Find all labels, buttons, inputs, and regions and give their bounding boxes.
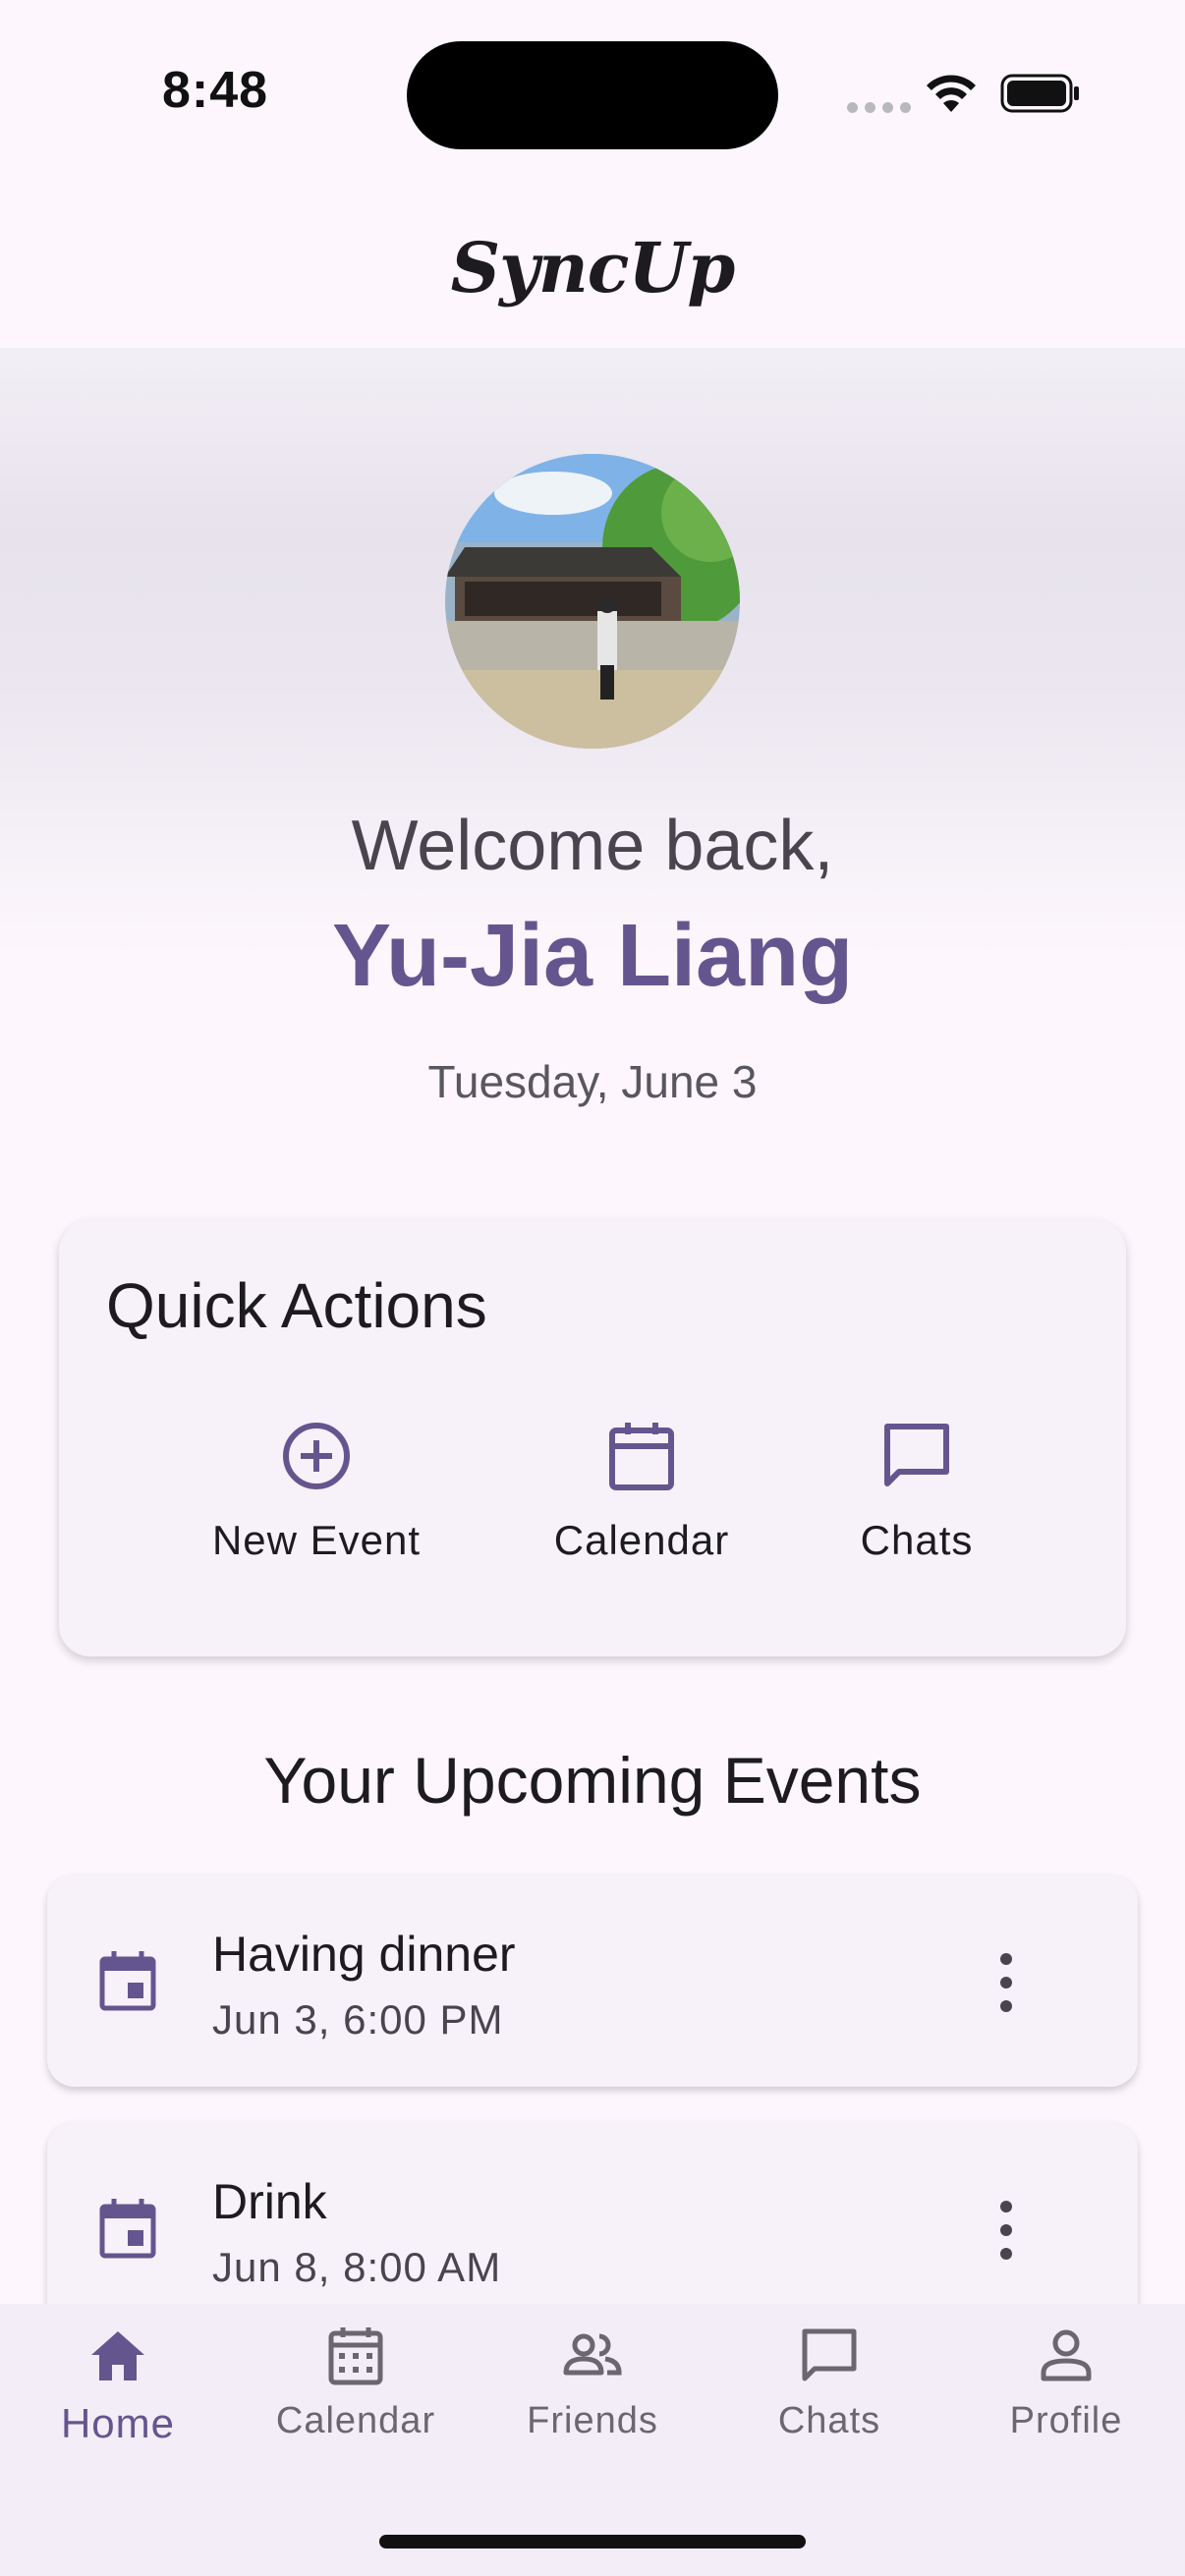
add-circle-icon	[283, 1423, 350, 1489]
avatar[interactable]	[445, 454, 740, 749]
nav-calendar[interactable]: Calendar	[238, 2324, 474, 2442]
home-icon	[91, 2331, 144, 2380]
nav-friends-label: Friends	[527, 2400, 658, 2441]
nav-calendar-label: Calendar	[275, 2400, 436, 2441]
app-bar: SyncUp	[0, 187, 1185, 348]
chats-label: Chats	[860, 1517, 974, 1563]
event-icon	[99, 2199, 156, 2259]
chats-button[interactable]: Chats	[799, 1417, 1035, 1564]
upcoming-events-title: Your Upcoming Events	[263, 1744, 922, 1817]
new-event-button[interactable]: New Event	[198, 1417, 434, 1564]
nav-profile[interactable]: Profile	[948, 2324, 1184, 2442]
nav-profile-label: Profile	[1009, 2400, 1123, 2441]
status-bar: 8:48	[0, 0, 1185, 187]
nav-chats[interactable]: Chats	[711, 2324, 947, 2442]
user-name: Yu-Jia Liang	[331, 907, 854, 1005]
event-icon	[99, 1951, 156, 2011]
event-time: Jun 8, 8:00 AM	[212, 2244, 502, 2290]
current-date: Tuesday, June 3	[427, 1056, 758, 1107]
home-indicator	[379, 2535, 806, 2548]
welcome-text: Welcome back,	[351, 807, 834, 885]
app-title: SyncUp	[450, 226, 736, 308]
more-options-icon[interactable]	[987, 1953, 1026, 2012]
nav-chats-label: Chats	[777, 2400, 881, 2441]
wifi-icon	[927, 75, 976, 112]
quick-actions-title: Quick Actions	[106, 1270, 487, 1341]
nav-home-label: Home	[60, 2400, 176, 2446]
more-options-icon[interactable]	[987, 2201, 1026, 2260]
nav-home[interactable]: Home	[0, 2324, 236, 2447]
event-time: Jun 3, 6:00 PM	[212, 1996, 504, 2043]
person-icon	[1041, 2329, 1092, 2381]
dynamic-island	[407, 41, 778, 149]
avatar-photo	[445, 454, 740, 749]
people-icon	[563, 2333, 622, 2376]
event-title: Having dinner	[212, 1927, 516, 1982]
event-card[interactable]: Having dinner Jun 3, 6:00 PM	[47, 1875, 1138, 2087]
battery-icon	[1000, 74, 1079, 113]
event-title: Drink	[212, 2174, 327, 2229]
calendar-label: Calendar	[553, 1517, 730, 1563]
chat-icon	[884, 1424, 949, 1486]
new-event-label: New Event	[211, 1517, 422, 1563]
status-time: 8:48	[162, 62, 269, 119]
calendar-icon	[609, 1423, 674, 1490]
nav-friends[interactable]: Friends	[475, 2324, 710, 2442]
calendar-button[interactable]: Calendar	[524, 1417, 760, 1564]
chat-icon	[802, 2328, 857, 2381]
cellular-signal-icon	[847, 102, 911, 113]
quick-actions-card: Quick Actions New Event Calendar Chats	[59, 1220, 1126, 1656]
calendar-grid-icon	[328, 2327, 383, 2385]
